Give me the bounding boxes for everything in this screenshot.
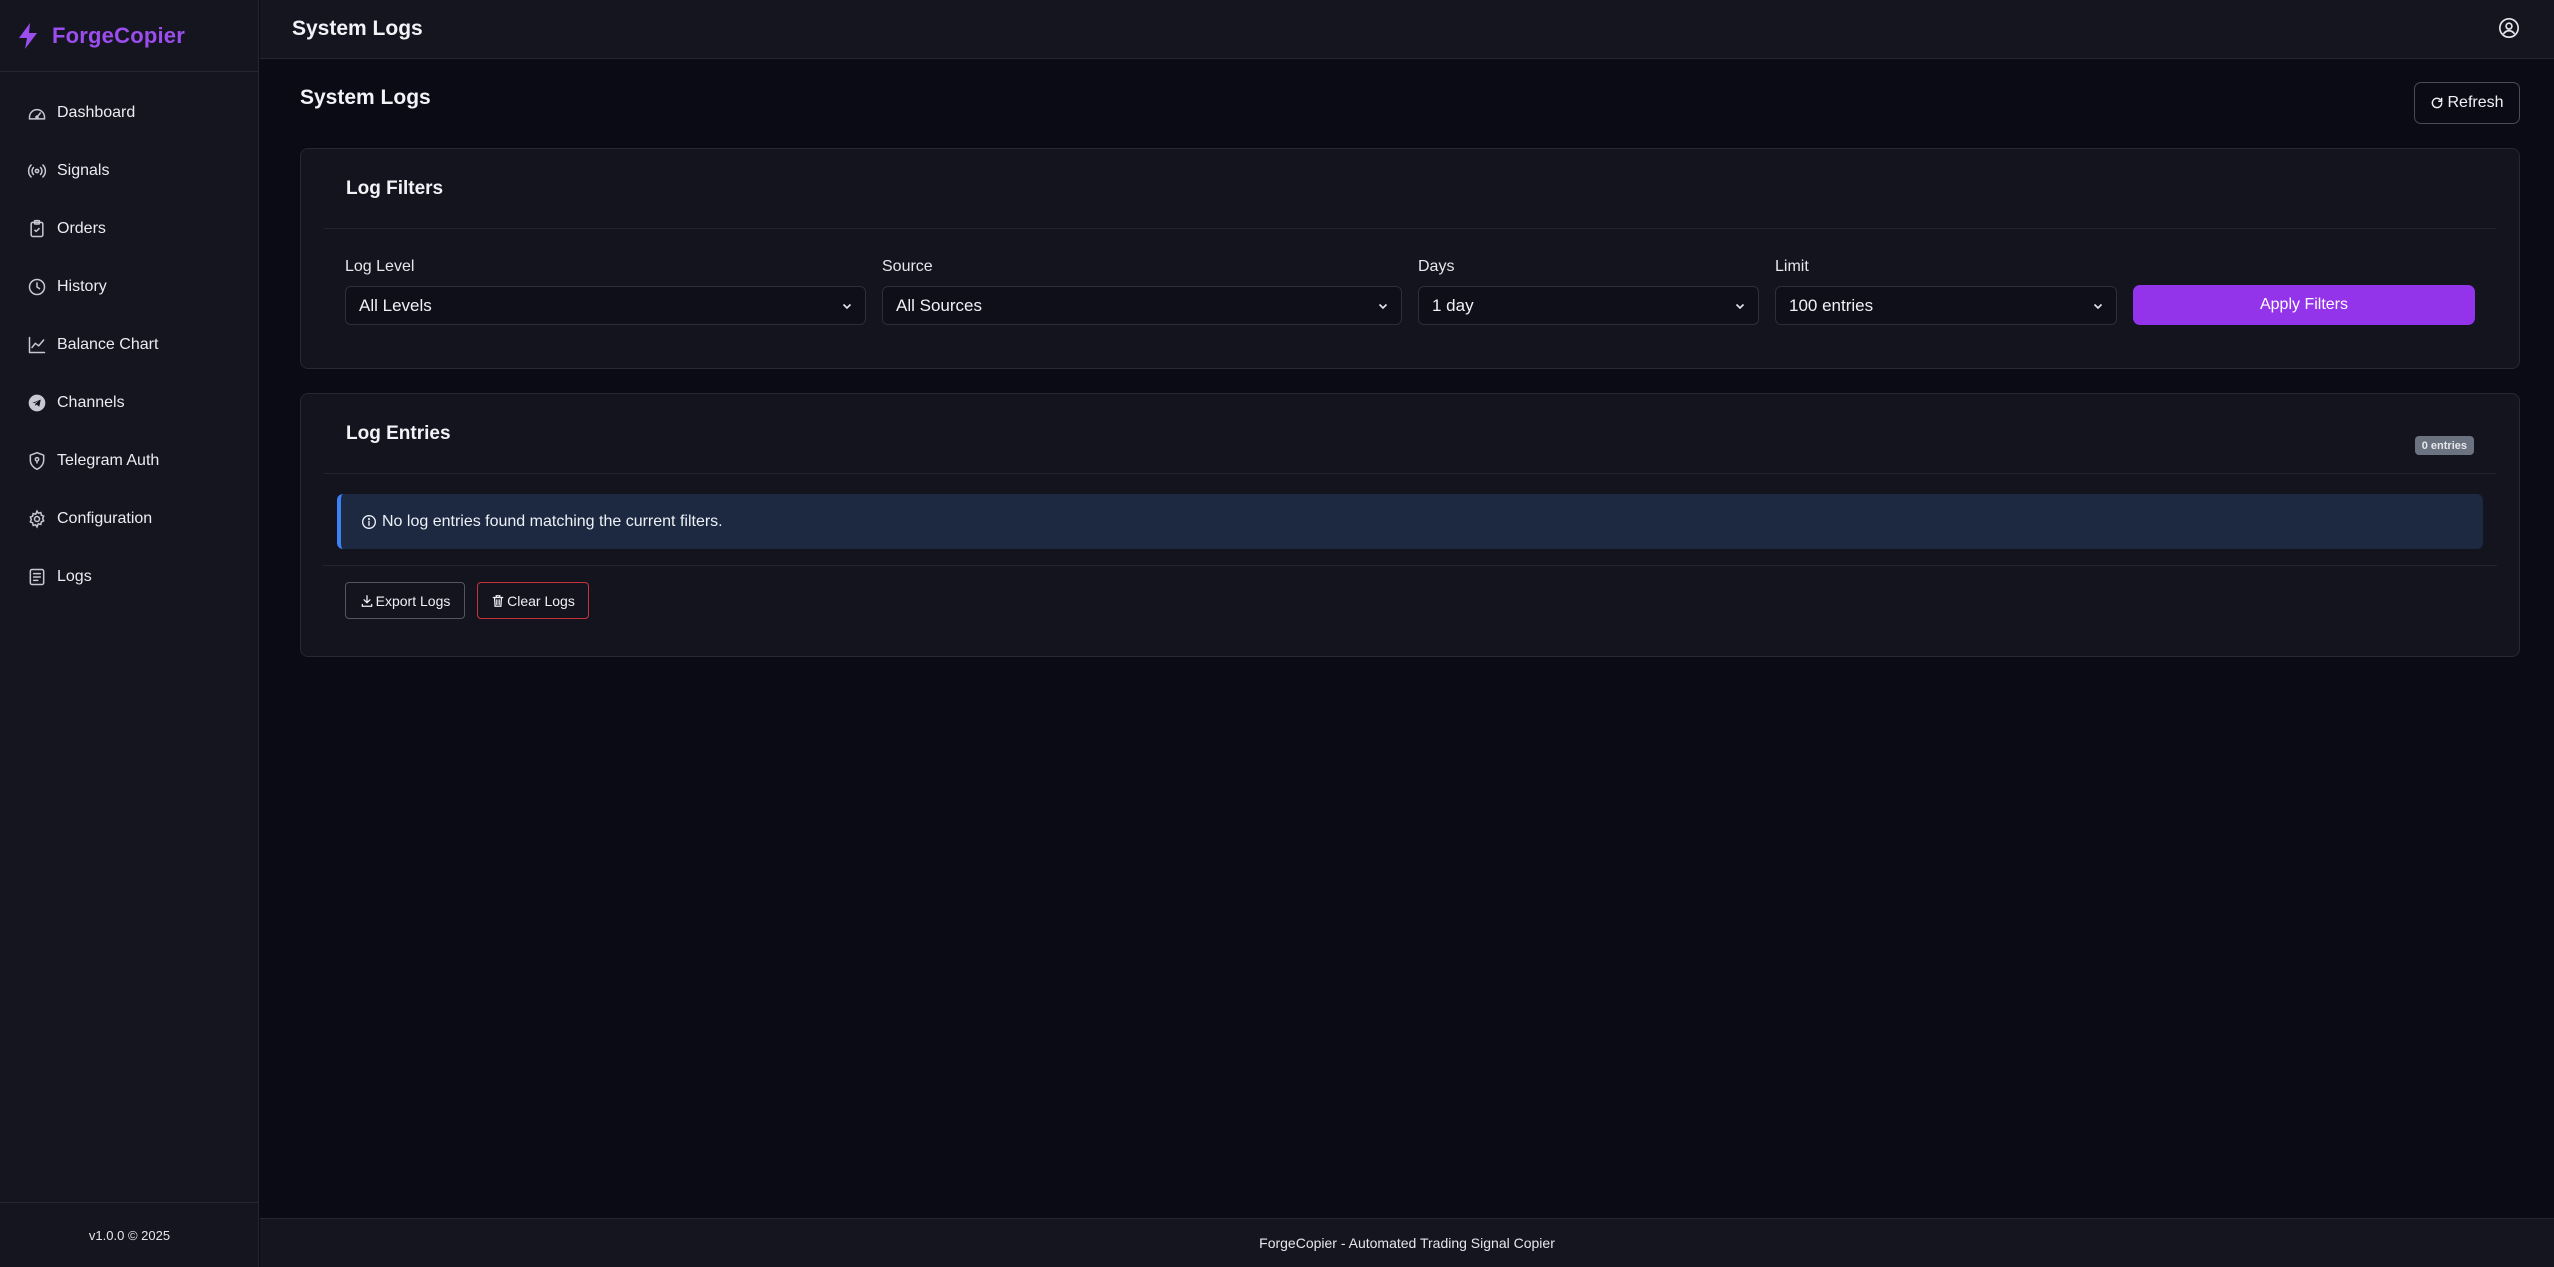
export-logs-button[interactable]: Export Logs bbox=[345, 582, 465, 619]
limit-value: 100 entries bbox=[1789, 295, 1874, 315]
days-label: Days bbox=[1418, 258, 1455, 275]
source-value: All Sources bbox=[896, 295, 982, 315]
sidebar-item-label: Orders bbox=[57, 220, 106, 237]
version-info: v1.0.0 © 2025 bbox=[0, 1202, 259, 1267]
page-footer: ForgeCopier - Automated Trading Signal C… bbox=[260, 1218, 2554, 1267]
sidebar-item-history[interactable]: History bbox=[0, 258, 258, 316]
empty-state-alert: No log entries found matching the curren… bbox=[337, 494, 2483, 549]
limit-label: Limit bbox=[1775, 258, 1809, 275]
days-value: 1 day bbox=[1432, 295, 1474, 315]
sidebar-item-label: History bbox=[57, 278, 107, 295]
log-filters-header: Log Filters bbox=[324, 149, 2496, 229]
info-icon bbox=[361, 514, 382, 530]
clipboard-icon bbox=[27, 219, 57, 239]
sidebar-item-label: Telegram Auth bbox=[57, 452, 160, 469]
sidebar-item-orders[interactable]: Orders bbox=[0, 200, 258, 258]
sidebar-item-signals[interactable]: Signals bbox=[0, 142, 258, 200]
sidebar-item-telegram-auth[interactable]: Telegram Auth bbox=[0, 432, 258, 490]
sidebar-item-logs[interactable]: Logs bbox=[0, 548, 258, 606]
telegram-icon bbox=[27, 393, 57, 413]
top-bar: System Logs bbox=[260, 0, 2554, 59]
source-select[interactable]: All Sources bbox=[882, 286, 1402, 325]
shield-icon bbox=[27, 451, 57, 471]
days-select[interactable]: 1 day bbox=[1418, 286, 1759, 325]
log-filters-card: Log Filters bbox=[300, 148, 2520, 369]
user-account-icon[interactable] bbox=[2498, 17, 2520, 39]
sidebar: ForgeCopier Dashboard Signals Orders His… bbox=[0, 0, 259, 1267]
sidebar-item-label: Channels bbox=[57, 394, 125, 411]
refresh-button[interactable]: Refresh bbox=[2414, 82, 2520, 124]
apply-filters-button[interactable]: Apply Filters bbox=[2133, 285, 2475, 325]
signal-icon bbox=[27, 161, 57, 181]
header-title: System Logs bbox=[292, 17, 423, 40]
sidebar-item-balance-chart[interactable]: Balance Chart bbox=[0, 316, 258, 374]
empty-state-message: No log entries found matching the curren… bbox=[382, 512, 723, 530]
clear-logs-button[interactable]: Clear Logs bbox=[477, 582, 589, 619]
chart-line-icon bbox=[27, 335, 57, 355]
gear-icon bbox=[27, 509, 57, 529]
sidebar-item-label: Signals bbox=[57, 162, 110, 179]
lightning-bolt-icon bbox=[16, 22, 52, 50]
log-level-select[interactable]: All Levels bbox=[345, 286, 866, 325]
sidebar-nav: Dashboard Signals Orders History Balance… bbox=[0, 72, 258, 606]
sidebar-item-label: Configuration bbox=[57, 510, 153, 527]
entries-count-badge: 0 entries bbox=[2414, 436, 2474, 455]
brand[interactable]: ForgeCopier bbox=[0, 0, 258, 72]
dashboard-icon bbox=[27, 103, 57, 123]
log-level-label: Log Level bbox=[345, 258, 415, 275]
brand-name: ForgeCopier bbox=[52, 22, 185, 48]
clear-logs-label: Clear Logs bbox=[507, 592, 575, 609]
document-icon bbox=[27, 567, 57, 587]
sidebar-item-label: Dashboard bbox=[57, 104, 136, 121]
log-entries-title: Log Entries bbox=[346, 422, 451, 444]
refresh-icon bbox=[2430, 96, 2444, 110]
export-logs-label: Export Logs bbox=[375, 592, 451, 609]
log-level-value: All Levels bbox=[359, 295, 432, 315]
trash-icon bbox=[491, 594, 505, 608]
sidebar-item-label: Balance Chart bbox=[57, 336, 159, 353]
page-title: System Logs bbox=[300, 86, 431, 109]
sidebar-item-configuration[interactable]: Configuration bbox=[0, 490, 258, 548]
sidebar-item-label: Logs bbox=[57, 568, 92, 585]
log-entries-header: Log Entries 0 entries bbox=[324, 394, 2496, 474]
download-icon bbox=[360, 594, 374, 608]
clock-icon bbox=[27, 277, 57, 297]
source-label: Source bbox=[882, 258, 933, 275]
refresh-label: Refresh bbox=[2447, 94, 2504, 111]
log-filters-title: Log Filters bbox=[346, 177, 444, 199]
sidebar-item-dashboard[interactable]: Dashboard bbox=[0, 84, 258, 142]
log-actions-row bbox=[323, 565, 2497, 644]
sidebar-item-channels[interactable]: Channels bbox=[0, 374, 258, 432]
limit-select[interactable]: 100 entries bbox=[1775, 286, 2117, 325]
